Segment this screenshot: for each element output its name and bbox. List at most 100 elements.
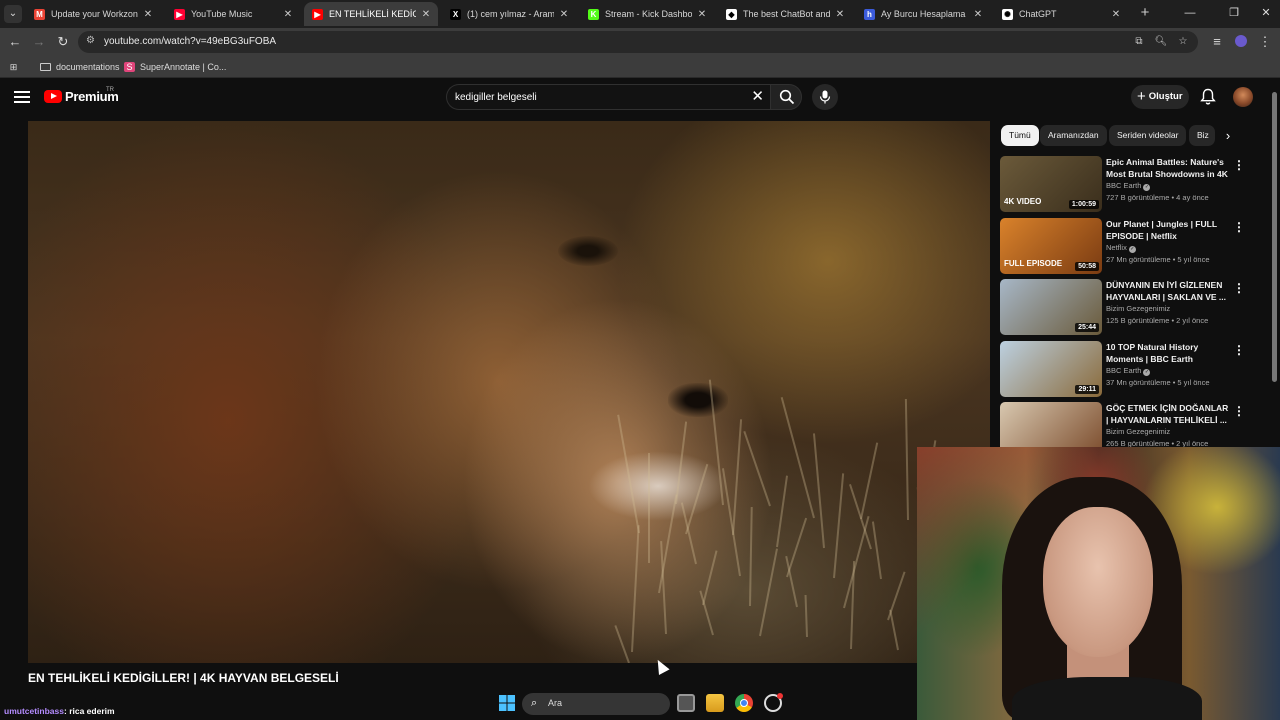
recommended-video[interactable]: 4K VIDEO 1:00:59 Epic Animal Battles: Natu… [1000,156,1250,212]
chip-from-search[interactable]: Aramanızdan [1040,125,1107,146]
recommended-video-title[interactable]: Our Planet | Jungles | FULL EPISODE | Ne… [1106,219,1230,242]
windows-start-icon[interactable] [498,694,516,712]
chevron-right-icon[interactable]: › [1219,127,1237,145]
more-actions-icon[interactable]: ⋮ [1233,220,1245,234]
channel-name[interactable]: Netflix ✓ [1106,243,1136,253]
close-tab-icon[interactable]: ✕ [420,9,432,20]
recommended-video-title[interactable]: Epic Animal Battles: Nature's Most Bruta… [1106,157,1230,180]
recommended-video[interactable]: 29:11 10 TOP Natural History Moments | BB… [1000,341,1250,397]
more-actions-icon[interactable]: ⋮ [1233,158,1245,172]
file-explorer-icon[interactable] [706,694,724,712]
tab-title: The best ChatBot and Wi [743,9,830,19]
more-actions-icon[interactable]: ⋮ [1233,343,1245,357]
site-settings-icon[interactable]: ⚙ [86,35,95,46]
close-tab-icon[interactable]: ✕ [558,9,570,20]
minimize-icon[interactable]: — [1180,4,1200,22]
voice-search-button[interactable] [812,84,838,110]
video-meta: 27 Mn görüntüleme • 5 yıl önce [1106,255,1210,264]
close-tab-icon[interactable]: ✕ [972,9,984,20]
browser-toolbar: ← → ↻ ⚙ youtube.com/watch?v=49eBG3uFOBA … [0,28,1280,56]
zoom-icon[interactable]: 🔍︎ [1154,35,1168,49]
more-actions-icon[interactable]: ⋮ [1233,404,1245,418]
recommended-video-title[interactable]: GÖÇ ETMEK İÇİN DOĞANLAR | HAYVANLARIN TE… [1106,403,1230,426]
bookmark-documentations[interactable]: documentations [40,60,120,74]
video-frame-texture [871,521,882,580]
tab-search-button[interactable]: ⌄ [4,5,22,23]
video-thumbnail[interactable]: 29:11 [1000,341,1102,397]
tab-title: Stream - Kick Dashboard [605,9,692,19]
video-frame-texture [721,468,741,577]
video-frame-texture [812,433,825,549]
recommended-video[interactable]: FULL EPISODE 50:58 Our Planet | Jungles | … [1000,218,1250,274]
more-actions-icon[interactable]: ⋮ [1233,281,1245,295]
close-tab-icon[interactable]: ✕ [142,9,154,20]
install-app-icon[interactable]: ⧉ [1132,35,1146,49]
recommended-video-title[interactable]: 10 TOP Natural History Moments | BBC Ear… [1106,342,1230,365]
bookmark-star-icon[interactable]: ☆ [1176,35,1190,49]
chip-from-series[interactable]: Seriden videolar [1109,125,1187,146]
video-frame-texture [833,473,845,579]
clear-search-icon[interactable]: ✕ [751,89,764,105]
channel-name[interactable]: BBC Earth ✓ [1106,181,1151,191]
channel-name[interactable]: Bizim Gezegenimiz [1106,427,1170,436]
guide-menu-icon[interactable] [14,89,30,105]
reading-list-icon[interactable]: ≡ [1208,33,1226,51]
task-view-icon[interactable] [677,694,695,712]
video-thumbnail[interactable]: FULL EPISODE 50:58 [1000,218,1102,274]
close-window-icon[interactable]: ✕ [1256,4,1276,22]
restore-icon[interactable]: ❐ [1224,4,1244,22]
kick-icon: K [588,8,599,20]
bookmark-superannotate[interactable]: S SuperAnnotate | Co... [124,60,226,74]
recommended-video[interactable]: 25:44 DÜNYANIN EN İYİ GİZLENEN HAYVANLARI… [1000,279,1250,335]
reload-icon[interactable]: ↻ [54,33,72,51]
browser-tab[interactable]: ▶ EN TEHLİKELİ KEDİGİLLER ✕ [304,2,438,26]
channel-name[interactable]: Bizim Gezegenimiz [1106,304,1170,313]
bookmarks-bar: ⊞ documentations S SuperAnnotate | Co... [0,56,1280,78]
video-thumbnail[interactable]: 25:44 [1000,279,1102,335]
close-tab-icon[interactable]: ✕ [282,9,294,20]
video-thumbnail[interactable]: 4K VIDEO 1:00:59 [1000,156,1102,212]
stream-chat-message: umutcetinbass: rica ederim [4,706,115,716]
gmail-icon: M [34,8,45,20]
search-input[interactable]: kedigiller belgeseli ✕ [446,84,770,110]
video-frame-texture [804,594,808,638]
chip-all[interactable]: Tümü [1001,125,1039,146]
browser-tab[interactable]: X (1) cem yılmaz - Arama / ✕ [442,2,576,26]
chat-text: : rica ederim [64,706,115,716]
profile-icon[interactable] [1232,33,1250,51]
create-button[interactable]: + Oluştur [1131,85,1189,109]
back-icon[interactable]: ← [6,33,24,51]
close-tab-icon[interactable]: ✕ [1110,9,1122,20]
channel-name[interactable]: BBC Earth ✓ [1106,366,1151,376]
account-avatar[interactable] [1233,87,1253,107]
browser-tab[interactable]: h Ay Burcu Hesaplama - Hi ✕ [856,2,990,26]
browser-tab[interactable]: M Update your Workzone p ✕ [26,2,160,26]
browser-tab[interactable]: ◆ The best ChatBot and Wi ✕ [718,2,852,26]
chip-more[interactable]: Biz [1189,125,1215,146]
folder-icon [40,63,51,71]
obs-icon[interactable] [764,693,783,712]
forward-icon[interactable]: → [30,33,48,51]
recommended-video-title[interactable]: DÜNYANIN EN İYİ GİZLENEN HAYVANLARI | SA… [1106,280,1230,303]
chrome-icon[interactable] [735,694,753,712]
new-tab-button[interactable]: + [1136,4,1154,22]
video-duration: 29:11 [1075,385,1099,394]
apps-grid-icon[interactable]: ⊞ [8,60,24,74]
taskbar-search[interactable]: ⌕ Ara [522,693,670,715]
page-scrollbar[interactable] [1272,92,1277,382]
address-bar[interactable]: ⚙ youtube.com/watch?v=49eBG3uFOBA ⧉ 🔍︎ ☆ [78,31,1198,53]
browser-tab[interactable]: ✺ ChatGPT ✕ [994,2,1128,26]
channel-name-text: Bizim Gezegenimiz [1106,304,1171,313]
browser-tab[interactable]: ▶ YouTube Music ✕ [166,2,300,26]
close-tab-icon[interactable]: ✕ [696,9,708,20]
video-player[interactable] [28,121,990,663]
close-tab-icon[interactable]: ✕ [834,9,846,20]
menu-icon[interactable]: ⋮ [1256,33,1274,51]
tab-title: Update your Workzone p [51,9,138,19]
video-frame-texture [614,625,630,663]
youtube-logo-icon[interactable] [44,90,62,103]
browser-tab[interactable]: K Stream - Kick Dashboard ✕ [580,2,714,26]
search-button[interactable] [770,84,802,110]
video-meta: 125 B görüntüleme • 2 yıl önce [1106,316,1209,325]
notifications-bell-icon[interactable] [1200,88,1216,106]
